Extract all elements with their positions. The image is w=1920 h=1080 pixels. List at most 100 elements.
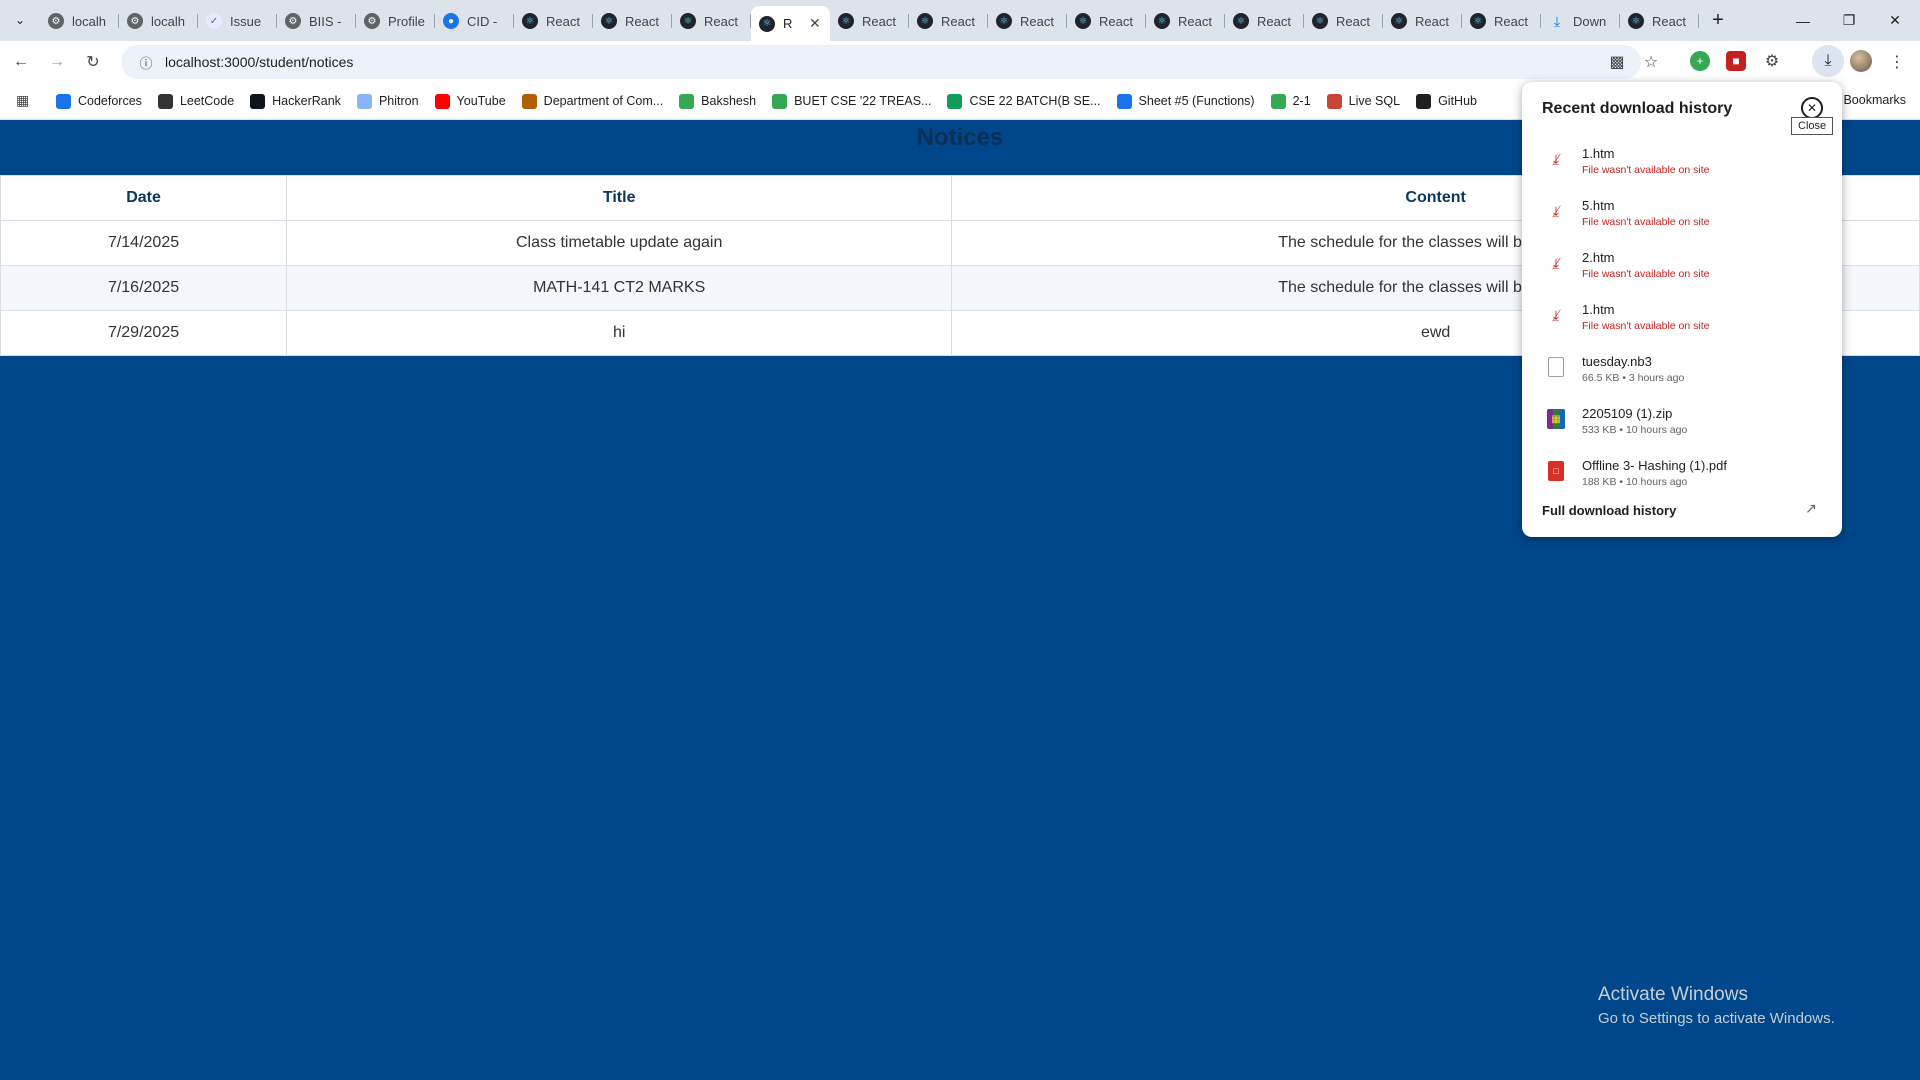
bookmark-favicon-icon bbox=[250, 93, 266, 109]
browser-toolbar: ← → ↻ ⓘ localhost:3000/student/notices ▩… bbox=[0, 41, 1920, 82]
browser-tab[interactable]: ⚛ React bbox=[1067, 6, 1146, 36]
bookmark-item[interactable]: 2-1 bbox=[1270, 93, 1311, 109]
bookmark-favicon-icon bbox=[679, 93, 695, 109]
open-external-icon[interactable]: ↗ bbox=[1805, 500, 1817, 517]
browser-tab[interactable]: ⚙ Profile bbox=[356, 6, 435, 36]
bookmark-label: YouTube bbox=[456, 94, 506, 108]
download-filename: tuesday.nb3 bbox=[1582, 354, 1652, 369]
extension-green-icon[interactable]: + bbox=[1690, 51, 1710, 71]
bookmark-item[interactable]: CSE 22 BATCH(B SE... bbox=[947, 93, 1101, 109]
tab-close-icon[interactable]: ✕ bbox=[809, 15, 821, 32]
tab-label: Issue bbox=[230, 13, 262, 29]
bookmark-item[interactable]: BUET CSE '22 TREAS... bbox=[772, 93, 932, 109]
bookmark-favicon-icon bbox=[772, 93, 788, 109]
bookmark-item[interactable]: HackerRank bbox=[250, 93, 341, 109]
download-item[interactable]: ⤓̸ 2.htm File wasn't available on site bbox=[1522, 238, 1842, 290]
close-window-icon[interactable]: ✕ bbox=[1872, 0, 1918, 41]
browser-tab[interactable]: ⚛ React bbox=[593, 6, 672, 36]
bookmark-item[interactable]: GitHub bbox=[1416, 93, 1477, 109]
tab-label: React bbox=[546, 13, 580, 29]
url-text: localhost:3000/student/notices bbox=[165, 54, 354, 70]
browser-tab[interactable]: ⚛ React bbox=[1225, 6, 1304, 36]
header-title: Title bbox=[286, 175, 953, 221]
browser-tab[interactable]: ⚛ React bbox=[1146, 6, 1225, 36]
apps-grid-icon[interactable]: ▦ bbox=[16, 92, 29, 109]
browser-tab[interactable]: ⤓ Down bbox=[1541, 6, 1620, 36]
react-favicon-icon: ⚛ bbox=[1470, 13, 1486, 29]
react-favicon-icon: ⚛ bbox=[1628, 13, 1644, 29]
install-app-icon[interactable]: ▩ bbox=[1604, 49, 1630, 75]
bookmark-item[interactable]: Bakshesh bbox=[679, 93, 756, 109]
browser-tab[interactable]: ⚛ React bbox=[1383, 6, 1462, 36]
browser-tab[interactable]: ⚛ React bbox=[988, 6, 1067, 36]
gear-favicon-icon: ⚙ bbox=[364, 13, 380, 29]
minimize-icon[interactable]: — bbox=[1780, 0, 1826, 41]
full-download-history-link[interactable]: Full download history bbox=[1542, 503, 1676, 518]
download-item[interactable]: ⤓̸ 1.htm File wasn't available on site bbox=[1522, 134, 1842, 186]
bookmark-favicon-icon bbox=[434, 93, 450, 109]
browser-tab[interactable]: ✓ Issue bbox=[198, 6, 277, 36]
close-icon[interactable]: ✕ bbox=[1801, 97, 1823, 119]
react-favicon-icon: ⚛ bbox=[1312, 13, 1328, 29]
browser-tab[interactable]: ⚛ React bbox=[672, 6, 751, 36]
download-history-panel: Recent download history ✕ Close ⤓̸ 1.htm F… bbox=[1522, 82, 1842, 537]
bookmark-item[interactable]: Department of Com... bbox=[521, 93, 663, 109]
menu-kebab-icon[interactable]: ⋮ bbox=[1884, 49, 1910, 75]
reload-icon[interactable]: ↻ bbox=[80, 49, 106, 75]
browser-tab[interactable]: ⚙ localh bbox=[119, 6, 198, 36]
browser-tab[interactable]: ⚛ React bbox=[1620, 6, 1699, 36]
cell-title: hi bbox=[286, 310, 953, 356]
cell-title: Class timetable update again bbox=[286, 220, 953, 266]
extensions-puzzle-icon[interactable]: ⚙ bbox=[1762, 51, 1782, 71]
bookmark-star-icon[interactable]: ☆ bbox=[1638, 49, 1664, 75]
react-favicon-icon: ⚛ bbox=[1391, 13, 1407, 29]
tab-label: React bbox=[1178, 13, 1212, 29]
downloads-icon[interactable]: ⤓ bbox=[1812, 45, 1844, 77]
browser-tab[interactable]: ● CID - bbox=[435, 6, 514, 36]
tab-search-chevron-icon[interactable]: ⌄ bbox=[8, 8, 32, 32]
download-item[interactable]: ⤓̸ 1.htm File wasn't available on site bbox=[1522, 290, 1842, 342]
all-bookmarks-link[interactable]: Bookmarks bbox=[1843, 93, 1906, 107]
new-tab-plus-icon[interactable]: + bbox=[1706, 8, 1730, 32]
react-favicon-icon: ⚛ bbox=[1075, 13, 1091, 29]
address-bar[interactable]: ⓘ localhost:3000/student/notices bbox=[121, 45, 1641, 79]
bookmark-item[interactable]: LeetCode bbox=[157, 93, 234, 109]
tab-label: React bbox=[941, 13, 975, 29]
forward-arrow-icon[interactable]: → bbox=[44, 49, 70, 75]
tab-label: Profile bbox=[388, 13, 425, 29]
back-arrow-icon[interactable]: ← bbox=[8, 49, 34, 75]
restore-icon[interactable]: ❐ bbox=[1826, 0, 1872, 41]
bookmark-label: BUET CSE '22 TREAS... bbox=[794, 94, 932, 108]
browser-tab[interactable]: ⚛ React bbox=[1304, 6, 1383, 36]
bookmark-favicon-icon bbox=[1116, 93, 1132, 109]
browser-tab[interactable]: ⚛ R ✕ bbox=[751, 6, 830, 41]
browser-tab[interactable]: ⚛ React bbox=[1462, 6, 1541, 36]
bookmark-item[interactable]: Sheet #5 (Functions) bbox=[1116, 93, 1255, 109]
bookmark-label: Sheet #5 (Functions) bbox=[1138, 94, 1255, 108]
tab-list: ⚙ localh ⚙ localh ✓ Issue ⚙ BIIS - ⚙ Profile ● CID … bbox=[40, 6, 1699, 41]
bookmark-label: Codeforces bbox=[78, 94, 142, 108]
bookmark-item[interactable]: Phitron bbox=[356, 93, 419, 109]
browser-tab[interactable]: ⚛ React bbox=[830, 6, 909, 36]
browser-tab[interactable]: ⚛ React bbox=[909, 6, 988, 36]
bookmark-favicon-icon bbox=[1416, 93, 1432, 109]
avatar[interactable] bbox=[1850, 50, 1872, 72]
download-item[interactable]: □ Offline 3- Hashing (1).pdf 188 KB • 10 h… bbox=[1522, 446, 1842, 498]
download-panel-heading: Recent download history bbox=[1542, 100, 1733, 117]
tab-label: React bbox=[862, 13, 896, 29]
browser-tab[interactable]: ⚛ React bbox=[514, 6, 593, 36]
download-item[interactable]: ⤓̸ 5.htm File wasn't available on site bbox=[1522, 186, 1842, 238]
browser-tab[interactable]: ⚙ localh bbox=[40, 6, 119, 36]
extension-red-icon[interactable]: ■ bbox=[1726, 51, 1746, 71]
bookmark-item[interactable]: Codeforces bbox=[56, 93, 142, 109]
browser-tab[interactable]: ⚙ BIIS - bbox=[277, 6, 356, 36]
bookmark-item[interactable]: YouTube bbox=[434, 93, 506, 109]
site-info-icon[interactable]: ⓘ bbox=[131, 53, 161, 72]
download-item[interactable]: tuesday.nb3 66.5 KB • 3 hours ago bbox=[1522, 342, 1842, 394]
gear-favicon-icon: ⚙ bbox=[48, 13, 64, 29]
download-item[interactable]: ▦ 2205109 (1).zip 533 KB • 10 hours ago bbox=[1522, 394, 1842, 446]
cell-date: 7/14/2025 bbox=[0, 220, 288, 266]
bookmark-label: Phitron bbox=[378, 94, 419, 108]
bookmark-item[interactable]: Live SQL bbox=[1326, 93, 1400, 109]
bookmark-label: 2-1 bbox=[1292, 94, 1311, 108]
